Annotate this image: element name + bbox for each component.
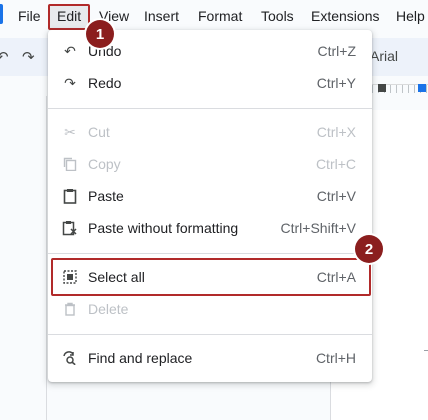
document-margin-left	[0, 96, 47, 420]
menu-shortcut: Ctrl+Y	[316, 75, 356, 91]
menu-extensions[interactable]: Extensions	[311, 8, 379, 24]
menu-shortcut: Ctrl+H	[315, 350, 356, 366]
menu-row-find-and-replace[interactable]: Find and replace Ctrl+H	[48, 342, 372, 374]
menu-label: Copy	[88, 156, 121, 172]
menu-file[interactable]: File	[18, 8, 41, 24]
step-badge-2: 2	[355, 235, 383, 263]
menu-divider	[48, 334, 372, 335]
menu-shortcut: Ctrl+V	[316, 188, 356, 204]
menu-row-delete[interactable]: Delete	[48, 293, 372, 325]
menu-row-cut[interactable]: ✂ Cut Ctrl+X	[48, 116, 372, 148]
redo-icon: ↷	[64, 74, 76, 91]
redo-toolbar-icon[interactable]: ↷	[22, 48, 35, 66]
find-replace-icon	[62, 350, 78, 366]
menu-row-redo[interactable]: ↷ Redo Ctrl+Y	[48, 67, 372, 99]
menu-insert[interactable]: Insert	[144, 8, 179, 24]
menu-edit[interactable]: Edit	[57, 8, 81, 24]
page-edge-mark	[424, 350, 428, 351]
clipboard-clear-format-icon	[62, 220, 78, 236]
docs-logo-icon[interactable]	[0, 4, 3, 24]
undo-toolbar-icon[interactable]: ↶	[0, 48, 9, 66]
menu-row-paste-without-formatting[interactable]: Paste without formatting Ctrl+Shift+V	[48, 212, 372, 244]
copy-icon	[62, 156, 78, 172]
menu-label: Paste without formatting	[88, 220, 239, 236]
menu-divider	[48, 108, 372, 109]
ruler-tab-marker[interactable]	[418, 84, 426, 92]
select-all-highlight	[51, 258, 371, 296]
undo-icon: ↶	[64, 42, 76, 59]
step-badge-1: 1	[86, 20, 114, 48]
edit-menu-dropdown: ↶ Undo Ctrl+Z ↷ Redo Ctrl+Y ✂ Cut Ctrl+X…	[48, 30, 372, 382]
ruler-indent-marker[interactable]	[378, 84, 386, 92]
menu-shortcut: Ctrl+X	[316, 124, 356, 140]
scissors-icon: ✂	[64, 123, 76, 140]
menu-label: Delete	[88, 301, 129, 317]
menu-shortcut: Ctrl+Shift+V	[280, 220, 356, 236]
menu-tools[interactable]: Tools	[261, 8, 294, 24]
menu-shortcut: Ctrl+Z	[317, 43, 357, 59]
menu-divider	[48, 253, 372, 254]
font-family-select[interactable]: Arial	[370, 48, 398, 64]
menu-help[interactable]: Help	[396, 8, 425, 24]
menu-label: Find and replace	[88, 350, 193, 366]
menu-label: Redo	[88, 75, 122, 91]
clipboard-icon	[62, 188, 78, 204]
menu-format[interactable]: Format	[198, 8, 242, 24]
menu-label: Paste	[88, 188, 124, 204]
menu-bar: File Edit View Insert Format Tools Exten…	[0, 0, 428, 34]
menu-row-copy[interactable]: Copy Ctrl+C	[48, 148, 372, 180]
menu-row-paste[interactable]: Paste Ctrl+V	[48, 180, 372, 212]
trash-icon	[62, 301, 78, 317]
menu-shortcut: Ctrl+C	[315, 156, 356, 172]
menu-label: Cut	[88, 124, 110, 140]
